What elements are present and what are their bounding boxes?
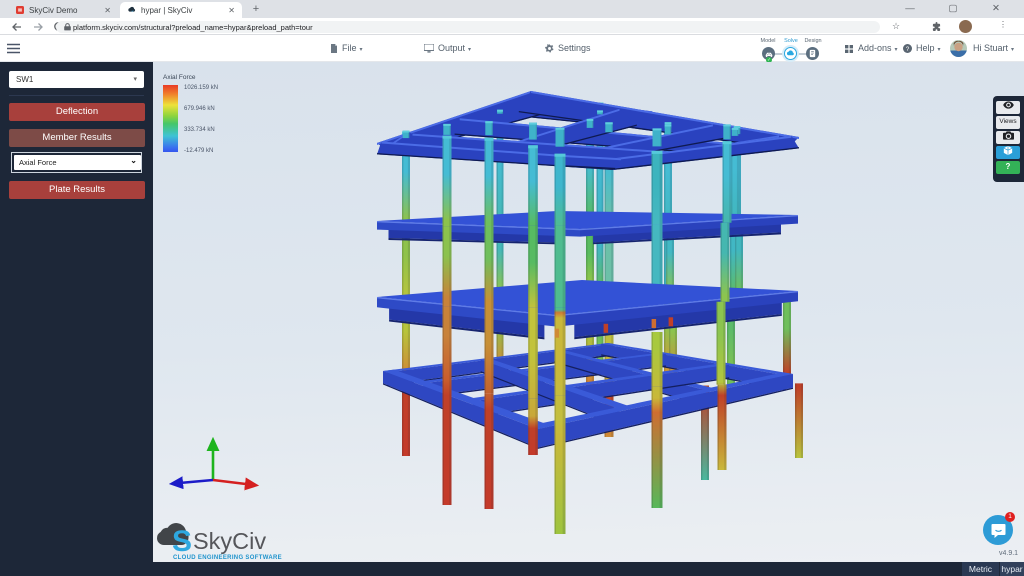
svg-text:S: S (172, 525, 192, 558)
svg-text:CLOUD ENGINEERING SOFTWARE: CLOUD ENGINEERING SOFTWARE (173, 555, 282, 561)
svg-text:SkyCiv: SkyCiv (193, 528, 266, 554)
svg-text:?: ? (906, 46, 910, 53)
